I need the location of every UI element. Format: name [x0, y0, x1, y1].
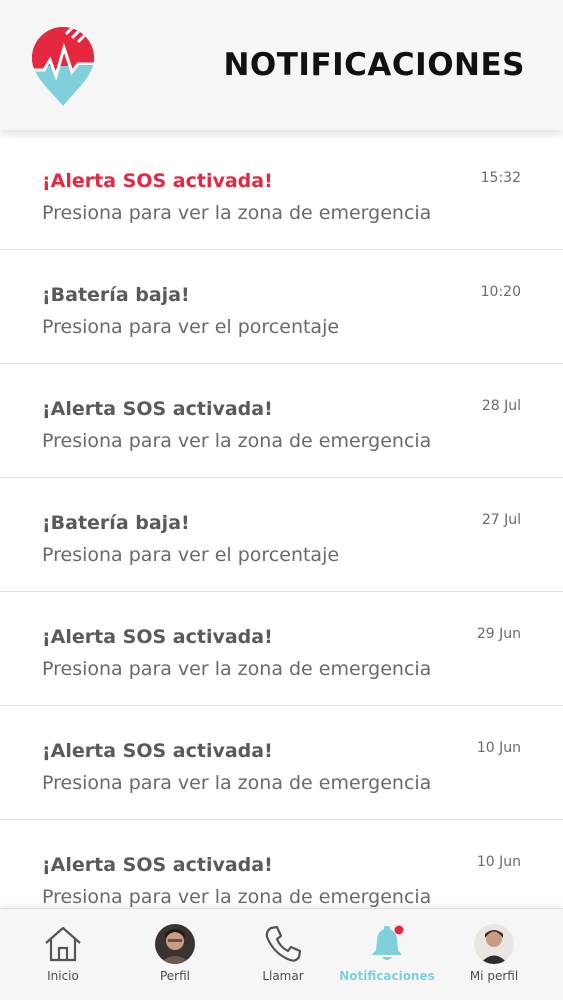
tab-perfil[interactable]: Perfil [119, 909, 231, 1000]
notification-time: 28 Jul [481, 398, 521, 414]
page-title: NOTIFICACIONES [223, 47, 525, 83]
notification-subtitle: Presiona para ver la zona de emergencia [42, 772, 432, 794]
notification-title: ¡Alerta SOS activada! [42, 740, 273, 762]
notification-title: ¡Alerta SOS activada! [42, 626, 273, 648]
notification-item[interactable]: ¡Alerta SOS activada! Presiona para ver … [0, 820, 563, 908]
notification-list: ¡Alerta SOS activada! Presiona para ver … [0, 136, 563, 908]
notification-time: 27 Jul [481, 512, 521, 528]
notification-subtitle: Presiona para ver el porcentaje [42, 316, 340, 338]
bell-icon [372, 925, 404, 960]
home-icon [45, 926, 81, 962]
tab-inicio[interactable]: Inicio [7, 909, 119, 1000]
tab-label: Perfil [159, 969, 191, 983]
notification-title: ¡Alerta SOS activada! [42, 170, 273, 192]
phone-icon [265, 925, 302, 962]
tab-label: Mi perfil [469, 969, 519, 983]
notification-title: ¡Batería baja! [42, 512, 190, 534]
tab-mi-perfil[interactable]: Mi perfil [438, 909, 550, 1000]
notification-item[interactable]: ¡Alerta SOS activada! Presiona para ver … [0, 136, 563, 250]
notification-time: 10 Jun [476, 740, 521, 756]
notification-subtitle: Presiona para ver el porcentaje [42, 544, 340, 566]
tab-label: Notificaciones [339, 969, 435, 983]
notification-time: 10 Jun [476, 854, 521, 870]
bottom-tab-bar: Inicio Perfil Llamar Notificaciones Mi p… [0, 908, 563, 1000]
tab-notificaciones[interactable]: Notificaciones [331, 909, 443, 1000]
profile-avatar [155, 924, 195, 964]
notification-item[interactable]: ¡Alerta SOS activada! Presiona para ver … [0, 592, 563, 706]
tab-label: Llamar [262, 969, 304, 983]
tab-llamar[interactable]: Llamar [227, 909, 339, 1000]
notification-badge [394, 925, 404, 935]
my-profile-avatar [474, 924, 514, 964]
notification-item[interactable]: ¡Alerta SOS activada! Presiona para ver … [0, 364, 563, 478]
tab-label: Inicio [47, 969, 79, 983]
notification-item[interactable]: ¡Batería baja! Presiona para ver el porc… [0, 250, 563, 364]
notification-item[interactable]: ¡Batería baja! Presiona para ver el porc… [0, 478, 563, 592]
notification-subtitle: Presiona para ver la zona de emergencia [42, 658, 432, 680]
notification-title: ¡Batería baja! [42, 284, 190, 306]
notification-title: ¡Alerta SOS activada! [42, 398, 273, 420]
notification-subtitle: Presiona para ver la zona de emergencia [42, 202, 432, 224]
notification-time: 15:32 [480, 170, 521, 186]
notification-time: 10:20 [480, 284, 521, 300]
notification-subtitle: Presiona para ver la zona de emergencia [42, 430, 432, 452]
app-logo-icon [32, 27, 94, 106]
notification-time: 29 Jun [476, 626, 521, 642]
app-header: NOTIFICACIONES [0, 0, 563, 130]
notification-item[interactable]: ¡Alerta SOS activada! Presiona para ver … [0, 706, 563, 820]
notification-subtitle: Presiona para ver la zona de emergencia [42, 886, 432, 908]
notification-title: ¡Alerta SOS activada! [42, 854, 273, 876]
